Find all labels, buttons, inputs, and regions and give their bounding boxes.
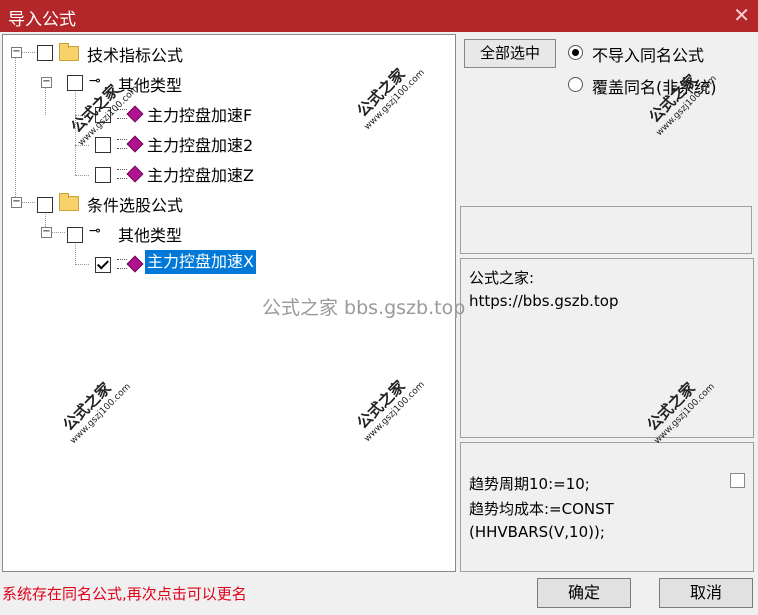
import-formula-dialog: 导入公式 ✕ − 技术指标公式 − ⊸ 其他类型 主力控盘加速F 主力控盘加速2… [0, 0, 758, 615]
description-box [460, 206, 752, 254]
key-icon: ⊸ [89, 223, 101, 239]
folder-icon [59, 43, 79, 61]
tree-item[interactable]: − 技术指标公式 [3, 39, 443, 65]
formula-gem-icon [126, 255, 144, 273]
collapse-icon[interactable]: − [11, 197, 22, 208]
tree-checkbox[interactable] [37, 197, 53, 213]
tree-item-label: 主力控盘加速F [147, 106, 253, 125]
watermark-text: 公式之家 bbs.gszb.top [262, 297, 466, 319]
formula-lines-icon [117, 139, 127, 149]
formula-gem-icon [126, 135, 144, 153]
formula-gem-icon [126, 105, 144, 123]
select-all-button[interactable]: 全部选中 [464, 39, 556, 68]
code-line: 趋势均成本:=CONST [469, 500, 614, 518]
cancel-button[interactable]: 取消 [659, 578, 753, 608]
formula-lines-icon [117, 169, 127, 179]
formula-lines-icon [117, 259, 127, 269]
radio-overwrite-same[interactable] [568, 77, 583, 92]
collapse-icon[interactable]: − [11, 47, 22, 58]
collapse-icon[interactable]: − [41, 77, 52, 88]
close-icon[interactable]: ✕ [733, 3, 750, 27]
status-message: 系统存在同名公式,再次点击可以更名 [2, 585, 247, 603]
info-panel: 公式之家: https://bbs.gszb.top [460, 258, 754, 438]
tree-checkbox-checked[interactable] [95, 257, 111, 273]
tree-item-label: 主力控盘加速2 [147, 136, 254, 155]
tree-checkbox[interactable] [67, 75, 83, 91]
title-bar: 导入公式 ✕ [0, 0, 758, 32]
code-line: (HHVBARS(V,10)); [469, 523, 605, 541]
radio-no-import-same[interactable] [568, 45, 583, 60]
tree-item[interactable]: − 条件选股公式 [3, 189, 443, 215]
folder-icon [59, 193, 79, 211]
tree-item-label: 主力控盘加速Z [147, 166, 254, 185]
tree-checkbox[interactable] [95, 137, 111, 153]
collapse-icon[interactable]: − [41, 227, 52, 238]
options-pane: 全部选中 不导入同名公式 覆盖同名(非系统) 公式之家: https://bbs… [458, 34, 754, 572]
tree-item-label: 其他类型 [118, 226, 183, 245]
info-url: https://bbs.gszb.top [469, 292, 619, 310]
key-icon: ⊸ [89, 73, 101, 89]
ok-button[interactable]: 确定 [537, 578, 631, 608]
code-line: 趋势周期10:=10; [469, 475, 590, 493]
radio-no-import-same-label: 不导入同名公式 [592, 46, 705, 65]
tree-item-label: 技术指标公式 [87, 46, 184, 65]
code-panel-checkbox[interactable] [730, 473, 745, 488]
tree-item[interactable]: 主力控盘加速Z [3, 159, 443, 185]
tree-item-label-selected: 主力控盘加速X [145, 250, 256, 274]
formula-gem-icon [126, 165, 144, 183]
tree-checkbox[interactable] [37, 45, 53, 61]
tree-checkbox[interactable] [67, 227, 83, 243]
tree-item[interactable]: − ⊸ 其他类型 [3, 219, 443, 245]
tree-item[interactable]: 主力控盘加速X [3, 249, 443, 275]
tree-checkbox[interactable] [95, 167, 111, 183]
info-line: 公式之家: [469, 269, 535, 287]
formula-code-panel: 趋势周期10:=10; 趋势均成本:=CONST (HHVBARS(V,10))… [460, 442, 754, 572]
tree-item-label: 条件选股公式 [87, 196, 184, 215]
tree-item[interactable]: 主力控盘加速2 [3, 129, 443, 155]
window-title: 导入公式 [8, 10, 76, 30]
